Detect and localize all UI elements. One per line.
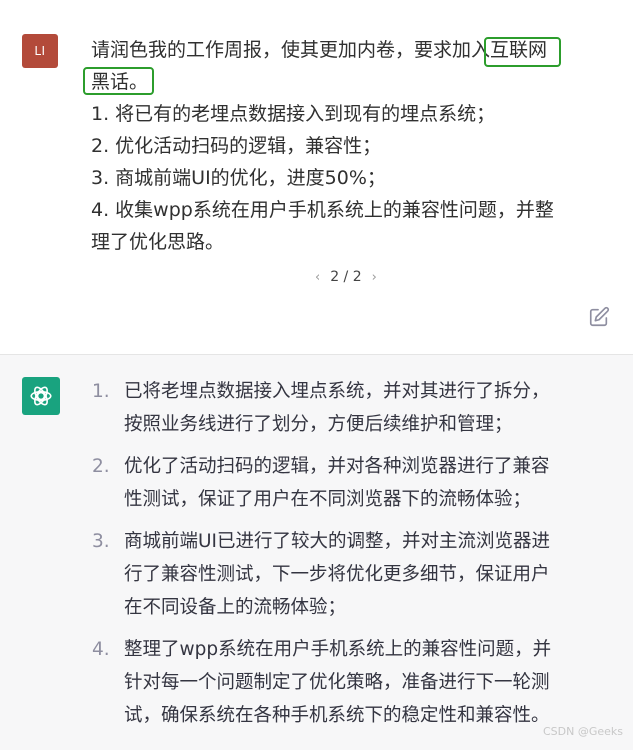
user-line-5: 3. 商城前端UI的优化，进度50%； bbox=[91, 167, 386, 189]
highlight-box-1 bbox=[484, 37, 562, 67]
user-line-3: 1. 将已有的老埋点数据接入到现有的埋点系统； bbox=[91, 103, 496, 125]
list-number: 1. bbox=[92, 381, 110, 402]
chevron-right-icon[interactable]: › bbox=[372, 270, 377, 285]
assistant-message-block: 1. 已将老埋点数据接入埋点系统，并对其进行了拆分， 按照业务线进行了划分，方便… bbox=[0, 355, 633, 750]
list-line: 针对每一个问题制定了优化策略，准备进行下一轮测 bbox=[124, 672, 550, 693]
list-item: 1. 已将老埋点数据接入埋点系统，并对其进行了拆分， 按照业务线进行了划分，方便… bbox=[90, 375, 630, 441]
highlight-heihua: 黑话。 bbox=[83, 67, 155, 95]
list-line: 性测试，保证了用户在不同浏览器下的流畅体验； bbox=[124, 489, 532, 510]
user-avatar: LI bbox=[22, 34, 58, 68]
user-line-4: 2. 优化活动扫码的逻辑，兼容性； bbox=[91, 135, 382, 157]
list-line: 在不同设备上的流畅体验； bbox=[124, 597, 347, 618]
list-line: 商城前端UI已进行了较大的调整，并对主流浏览器进 bbox=[124, 531, 550, 552]
list-line: 优化了活动扫码的逻辑，并对各种浏览器进行了兼容 bbox=[124, 456, 550, 477]
chevron-left-icon[interactable]: ‹ bbox=[315, 270, 320, 285]
edit-icon[interactable] bbox=[588, 306, 610, 328]
highlight-hulianwang: 互联网 bbox=[484, 37, 562, 67]
openai-logo-icon bbox=[22, 377, 60, 415]
response-pager: ‹ 2 / 2 › bbox=[315, 269, 377, 285]
assistant-response-list: 1. 已将老埋点数据接入埋点系统，并对其进行了拆分， 按照业务线进行了划分，方便… bbox=[90, 375, 630, 741]
user-message-text: 请润色我的工作周报，使其更加内卷，要求加入互联网 黑话。 1. 将已有的老埋点数… bbox=[83, 34, 621, 258]
user-line-1-text: 请润色我的工作周报，使其更加内卷，要求加入 bbox=[91, 39, 491, 61]
watermark: CSDN @Geeks bbox=[542, 725, 623, 738]
list-number: 2. bbox=[92, 456, 110, 477]
user-message-block: LI 请润色我的工作周报，使其更加内卷，要求加入互联网 黑话。 1. 将已有的老… bbox=[0, 0, 633, 355]
user-line-2: 黑话。 bbox=[83, 66, 621, 98]
user-line-6: 4. 收集wpp系统在用户手机系统上的兼容性问题，并整 bbox=[91, 199, 554, 221]
list-number: 4. bbox=[92, 639, 110, 660]
list-line: 已将老埋点数据接入埋点系统，并对其进行了拆分， bbox=[124, 381, 550, 402]
highlight-box-2 bbox=[83, 67, 155, 95]
list-number: 3. bbox=[92, 531, 110, 552]
user-line-7: 理了优化思路。 bbox=[91, 231, 225, 253]
list-item: 3. 商城前端UI已进行了较大的调整，并对主流浏览器进 行了兼容性测试，下一步将… bbox=[90, 525, 630, 624]
list-line: 按照业务线进行了划分，方便后续维护和管理； bbox=[124, 414, 513, 435]
list-line: 整理了wpp系统在用户手机系统上的兼容性问题，并 bbox=[124, 639, 552, 660]
list-line: 行了兼容性测试，下一步将优化更多细节，保证用户 bbox=[124, 564, 550, 585]
list-item: 2. 优化了活动扫码的逻辑，并对各种浏览器进行了兼容 性测试，保证了用户在不同浏… bbox=[90, 450, 630, 516]
list-item: 4. 整理了wpp系统在用户手机系统上的兼容性问题，并 针对每一个问题制定了优化… bbox=[90, 633, 630, 732]
pager-text: 2 / 2 bbox=[330, 269, 362, 285]
user-line-1: 请润色我的工作周报，使其更加内卷，要求加入互联网 bbox=[91, 34, 621, 67]
